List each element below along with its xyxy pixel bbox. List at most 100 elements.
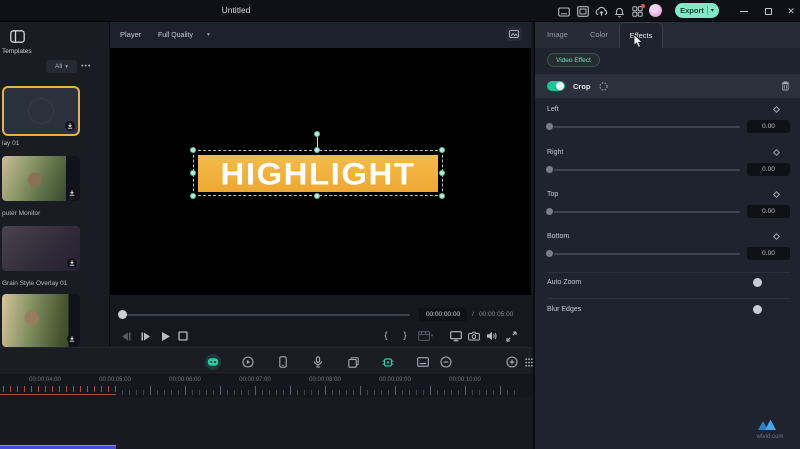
tab-color[interactable]: Color (590, 22, 608, 48)
stop-button[interactable] (175, 328, 191, 344)
notification-bell-icon[interactable] (613, 5, 626, 18)
resources-apps-icon[interactable] (631, 4, 645, 18)
ruler-label: 00:00:04:00 (29, 377, 61, 383)
player-bar: Player Full Quality ▾ (110, 22, 531, 48)
slider-right[interactable] (547, 169, 740, 171)
resize-handle-s[interactable] (314, 193, 320, 199)
selection-bounding-box[interactable] (193, 150, 443, 196)
maximize-icon (764, 7, 772, 15)
resize-handle-sw[interactable] (190, 193, 196, 199)
slider-right-handle[interactable] (545, 165, 554, 174)
keyframe-diamond-icon[interactable] (772, 105, 781, 114)
filter-dropdown[interactable]: All ▾ (46, 60, 77, 73)
template-card-computer-monitor[interactable] (2, 156, 80, 201)
more-options-button[interactable]: ••• (81, 63, 91, 70)
template-label: Grain Style Overlay 01 (2, 280, 68, 287)
media-frame-icon[interactable] (576, 5, 589, 18)
templates-nav-label[interactable]: Templates (2, 48, 32, 55)
display-mode-button[interactable] (506, 27, 522, 41)
next-frame-button[interactable] (138, 328, 154, 344)
slider-right-value[interactable]: 0.00 (747, 163, 790, 176)
keyframe-circle-icon[interactable] (598, 81, 608, 91)
ruler-label: 00:00:07:00 (239, 377, 271, 383)
slider-left-handle[interactable] (545, 122, 554, 131)
record-button[interactable] (205, 354, 221, 370)
close-button[interactable]: ✕ (784, 4, 798, 18)
zoom-out-icon[interactable] (438, 354, 454, 370)
seek-bar[interactable] (120, 314, 410, 316)
video-effect-chip[interactable]: Video Effect (547, 53, 600, 67)
zoom-in-icon[interactable] (504, 354, 520, 370)
render-chevron-icon[interactable]: ▾ (428, 328, 436, 344)
subtitle-icon[interactable] (415, 354, 431, 370)
keyframe-diamond-icon[interactable] (772, 232, 781, 241)
resize-handle-e[interactable] (439, 170, 445, 176)
screen-record-icon[interactable] (240, 354, 256, 370)
download-icon[interactable] (67, 258, 77, 268)
slider-label-left: Left (547, 106, 559, 113)
download-icon[interactable] (67, 188, 77, 198)
filmora-app: Untitled Export ▾ ✕ Templates All ▾ ••• … (0, 0, 800, 449)
slider-bottom-value[interactable]: 0.00 (747, 247, 790, 260)
slider-label-right: Right (547, 149, 564, 156)
slider-bottom[interactable] (547, 253, 740, 255)
resize-handle-n[interactable] (314, 147, 320, 153)
resize-handle-se[interactable] (439, 193, 445, 199)
preview-canvas[interactable]: HIGHLIGHT (110, 48, 531, 295)
timeline-tracks[interactable] (0, 397, 531, 449)
keyframe-diamond-icon[interactable] (772, 190, 781, 199)
mirror-display-button[interactable] (448, 328, 464, 344)
templates-nav-icon[interactable] (10, 30, 25, 43)
mark-out-button[interactable]: } (397, 328, 413, 344)
ruler-label: 00:00:06:00 (169, 377, 201, 383)
quality-dropdown[interactable]: Full Quality ▾ (152, 27, 228, 43)
download-icon[interactable] (67, 334, 77, 344)
filter-label: All (55, 63, 63, 70)
current-timecode[interactable]: 00:00:00:00 (419, 308, 467, 321)
crop-enable-toggle[interactable] (547, 81, 565, 91)
previous-frame-button[interactable] (118, 328, 134, 344)
slider-left[interactable] (547, 126, 740, 128)
slider-top-value[interactable]: 0.00 (747, 205, 790, 218)
slider-left-value[interactable]: 0.00 (747, 120, 790, 133)
chevron-down-icon: ▾ (207, 32, 210, 38)
slider-top-handle[interactable] (545, 207, 554, 216)
cloud-upload-icon[interactable] (595, 5, 608, 18)
timeline-clip[interactable] (0, 445, 116, 449)
fullscreen-button[interactable] (503, 328, 519, 344)
resize-handle-w[interactable] (190, 170, 196, 176)
slider-label-bottom: Bottom (547, 233, 570, 240)
mark-in-button[interactable]: { (378, 328, 394, 344)
voiceover-mic-icon[interactable] (310, 354, 326, 370)
template-card-grain-style[interactable] (2, 226, 80, 271)
snapshot-camera-button[interactable] (466, 328, 482, 344)
crop-effect-row[interactable]: Crop (535, 74, 800, 98)
minimize-button[interactable] (737, 4, 751, 18)
timeline-ruler[interactable]: 00:00:04:00 00:00:05:00 00:00:06:00 00:0… (10, 377, 500, 383)
export-button[interactable]: Export ▾ (675, 3, 719, 18)
placeholder-logo-icon (28, 98, 54, 124)
slider-top[interactable] (547, 211, 740, 213)
download-icon[interactable] (65, 121, 75, 131)
delete-effect-icon[interactable] (781, 81, 790, 91)
user-avatar[interactable] (649, 4, 662, 17)
keyboard-shortcut-icon[interactable] (557, 5, 570, 18)
properties-tabs: Image Color Effects (535, 22, 800, 48)
play-button[interactable] (157, 328, 173, 344)
seek-handle[interactable] (118, 310, 127, 319)
template-card-overlay-01[interactable] (2, 86, 80, 136)
notes-icon[interactable] (345, 354, 361, 370)
resize-handle-nw[interactable] (190, 147, 196, 153)
phone-mirror-icon[interactable] (275, 354, 291, 370)
templates-panel: Templates All ▾ ••• lay 01 puter Monitor (0, 22, 110, 347)
timeline[interactable]: 00:00:04:00 00:00:05:00 00:00:06:00 00:0… (0, 375, 531, 449)
template-card[interactable] (2, 294, 80, 347)
resize-handle-ne[interactable] (439, 147, 445, 153)
slider-bottom-handle[interactable] (545, 249, 554, 258)
rotation-handle[interactable] (314, 131, 320, 137)
motion-tracking-icon[interactable] (380, 354, 396, 370)
volume-button[interactable] (484, 328, 500, 344)
maximize-button[interactable] (761, 4, 775, 18)
tab-image[interactable]: Image (547, 22, 568, 48)
keyframe-diamond-icon[interactable] (772, 148, 781, 157)
